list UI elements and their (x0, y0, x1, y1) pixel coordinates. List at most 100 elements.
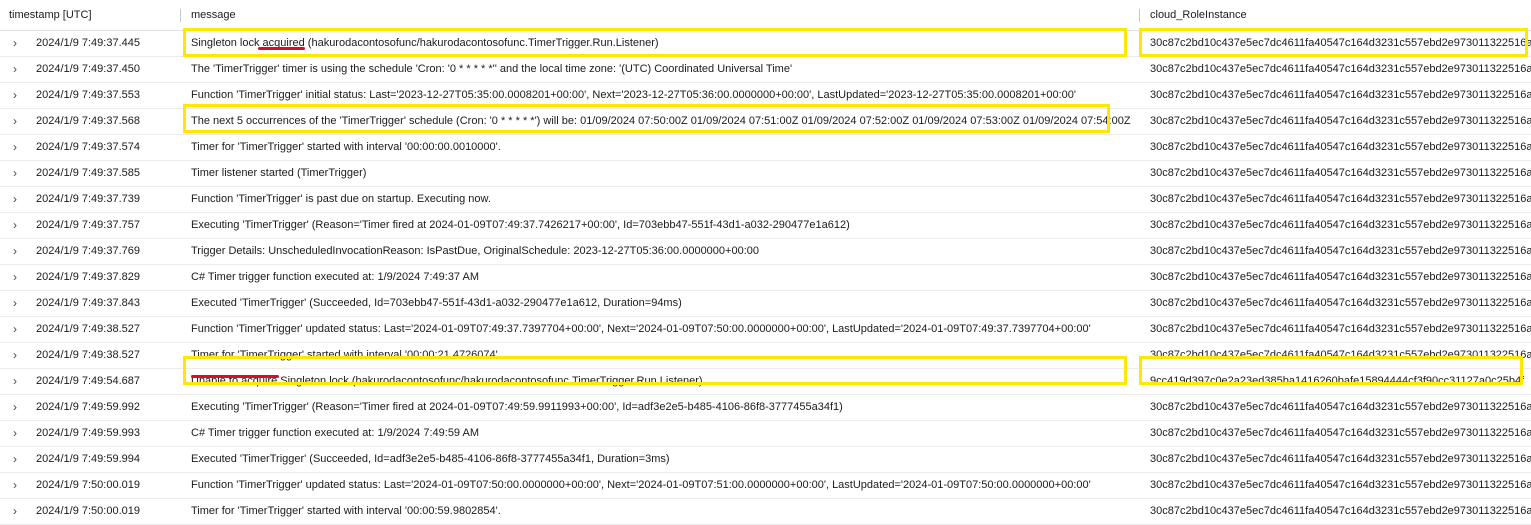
chevron-right-icon[interactable]: › (13, 317, 17, 342)
timestamp-cell: 2024/1/9 7:49:37.450 (36, 63, 140, 75)
results-table-body: › 2024/1/9 7:49:37.445 Singleton lock acqu… (0, 31, 1531, 525)
chevron-right-icon[interactable]: › (13, 31, 17, 56)
timestamp-cell: 2024/1/9 7:49:37.843 (36, 297, 140, 309)
timestamp-cell: 2024/1/9 7:49:37.553 (36, 89, 140, 101)
timestamp-cell: 2024/1/9 7:50:00.019 (36, 505, 140, 517)
message-cell: Function 'TimerTrigger' is past due on s… (191, 193, 491, 205)
message-cell: Trigger Details: UnscheduledInvocationRe… (191, 245, 759, 257)
message-cell: Function 'TimerTrigger' initial status: … (191, 89, 1077, 101)
role-instance-cell: 30c87c2bd10c437e5ec7dc4611fa40547c164d32… (1150, 89, 1531, 101)
table-row[interactable]: › 2024/1/9 7:49:38.527 Timer for 'TimerTri… (0, 343, 1531, 369)
table-row[interactable]: › 2024/1/9 7:49:37.574 Timer for 'TimerTri… (0, 135, 1531, 161)
timestamp-cell: 2024/1/9 7:49:37.757 (36, 219, 140, 231)
chevron-right-icon[interactable]: › (13, 369, 17, 394)
chevron-right-icon[interactable]: › (13, 109, 17, 134)
column-header-message[interactable]: message (191, 0, 236, 30)
role-instance-cell: 30c87c2bd10c437e5ec7dc4611fa40547c164d32… (1150, 401, 1531, 413)
role-instance-cell: 30c87c2bd10c437e5ec7dc4611fa40547c164d32… (1150, 141, 1531, 153)
chevron-right-icon[interactable]: › (13, 473, 17, 498)
message-cell: Function 'TimerTrigger' updated status: … (191, 479, 1091, 491)
table-row[interactable]: › 2024/1/9 7:49:37.445 Singleton lock acqu… (0, 31, 1531, 57)
role-instance-cell: 30c87c2bd10c437e5ec7dc4611fa40547c164d32… (1150, 323, 1531, 335)
message-cell: Executed 'TimerTrigger' (Succeeded, Id=a… (191, 453, 670, 465)
message-cell: C# Timer trigger function executed at: 1… (191, 271, 480, 283)
chevron-right-icon[interactable]: › (13, 291, 17, 316)
message-cell: Unable to acquire Singleton lock (hakuro… (191, 375, 706, 387)
timestamp-cell: 2024/1/9 7:49:54.687 (36, 375, 140, 387)
table-row[interactable]: › 2024/1/9 7:49:37.568 The next 5 occurren… (0, 109, 1531, 135)
timestamp-cell: 2024/1/9 7:49:37.739 (36, 193, 140, 205)
table-row[interactable]: › 2024/1/9 7:49:59.993 C# Timer trigger fu… (0, 421, 1531, 447)
chevron-right-icon[interactable]: › (13, 161, 17, 186)
timestamp-cell: 2024/1/9 7:49:37.769 (36, 245, 140, 257)
role-instance-cell: 30c87c2bd10c437e5ec7dc4611fa40547c164d32… (1150, 427, 1531, 439)
role-instance-cell: 30c87c2bd10c437e5ec7dc4611fa40547c164d32… (1150, 37, 1531, 49)
table-row[interactable]: › 2024/1/9 7:49:59.992 Executing 'TimerTri… (0, 395, 1531, 421)
message-cell: The 'TimerTrigger' timer is using the sc… (191, 63, 793, 75)
table-row[interactable]: › 2024/1/9 7:49:38.527 Function 'TimerTrig… (0, 317, 1531, 343)
role-instance-cell: 30c87c2bd10c437e5ec7dc4611fa40547c164d32… (1150, 219, 1531, 231)
chevron-right-icon[interactable]: › (13, 343, 17, 368)
role-instance-cell: 30c87c2bd10c437e5ec7dc4611fa40547c164d32… (1150, 115, 1531, 127)
timestamp-cell: 2024/1/9 7:49:37.574 (36, 141, 140, 153)
timestamp-cell: 2024/1/9 7:50:00.019 (36, 479, 140, 491)
message-cell: Timer listener started (TimerTrigger) (191, 167, 367, 179)
table-row[interactable]: › 2024/1/9 7:50:00.019 Function 'TimerTrig… (0, 473, 1531, 499)
table-row[interactable]: › 2024/1/9 7:49:59.994 Executed 'TimerTrig… (0, 447, 1531, 473)
role-instance-cell: 30c87c2bd10c437e5ec7dc4611fa40547c164d32… (1150, 245, 1531, 257)
table-row[interactable]: › 2024/1/9 7:49:37.829 C# Timer trigger fu… (0, 265, 1531, 291)
table-row[interactable]: › 2024/1/9 7:50:00.019 Timer for 'TimerTri… (0, 499, 1531, 525)
role-instance-cell: 30c87c2bd10c437e5ec7dc4611fa40547c164d32… (1150, 349, 1531, 361)
timestamp-cell: 2024/1/9 7:49:37.829 (36, 271, 140, 283)
chevron-right-icon[interactable]: › (13, 447, 17, 472)
chevron-right-icon[interactable]: › (13, 395, 17, 420)
role-instance-cell: 30c87c2bd10c437e5ec7dc4611fa40547c164d32… (1150, 505, 1531, 517)
message-cell: Timer for 'TimerTrigger' started with in… (191, 141, 501, 153)
chevron-right-icon[interactable]: › (13, 135, 17, 160)
role-instance-cell: 9cc419d397c0e2a23ed385ba1416260bafe15894… (1150, 375, 1525, 387)
table-header: timestamp [UTC] message cloud_RoleInstan… (0, 0, 1531, 31)
table-row[interactable]: › 2024/1/9 7:49:37.769 Trigger Details: Un… (0, 239, 1531, 265)
chevron-right-icon[interactable]: › (13, 57, 17, 82)
table-row[interactable]: › 2024/1/9 7:49:37.739 Function 'TimerTrig… (0, 187, 1531, 213)
message-cell: Singleton lock acquired (hakurodacontoso… (191, 37, 659, 49)
timestamp-cell: 2024/1/9 7:49:37.445 (36, 37, 140, 49)
chevron-right-icon[interactable]: › (13, 187, 17, 212)
column-resize-handle[interactable] (1139, 9, 1140, 22)
chevron-right-icon[interactable]: › (13, 239, 17, 264)
message-cell: Timer for 'TimerTrigger' started with in… (191, 349, 501, 361)
timestamp-cell: 2024/1/9 7:49:59.994 (36, 453, 140, 465)
message-cell: Executing 'TimerTrigger' (Reason='Timer … (191, 219, 850, 231)
chevron-right-icon[interactable]: › (13, 499, 17, 524)
column-resize-handle[interactable] (180, 9, 181, 22)
table-row[interactable]: › 2024/1/9 7:49:37.585 Timer listener star… (0, 161, 1531, 187)
timestamp-cell: 2024/1/9 7:49:38.527 (36, 349, 140, 361)
table-row[interactable]: › 2024/1/9 7:49:54.687 Unable to acquire S… (0, 369, 1531, 395)
column-header-timestamp[interactable]: timestamp [UTC] (9, 0, 92, 30)
message-cell: Executed 'TimerTrigger' (Succeeded, Id=7… (191, 297, 682, 309)
message-cell: Executing 'TimerTrigger' (Reason='Timer … (191, 401, 843, 413)
chevron-right-icon[interactable]: › (13, 421, 17, 446)
chevron-right-icon[interactable]: › (13, 265, 17, 290)
timestamp-cell: 2024/1/9 7:49:59.993 (36, 427, 140, 439)
message-cell: The next 5 occurrences of the 'TimerTrig… (191, 115, 1131, 127)
role-instance-cell: 30c87c2bd10c437e5ec7dc4611fa40547c164d32… (1150, 193, 1531, 205)
role-instance-cell: 30c87c2bd10c437e5ec7dc4611fa40547c164d32… (1150, 479, 1531, 491)
role-instance-cell: 30c87c2bd10c437e5ec7dc4611fa40547c164d32… (1150, 167, 1531, 179)
column-header-cloud-roleinstance[interactable]: cloud_RoleInstance (1150, 0, 1247, 30)
timestamp-cell: 2024/1/9 7:49:37.585 (36, 167, 140, 179)
table-row[interactable]: › 2024/1/9 7:49:37.553 Function 'TimerTrig… (0, 83, 1531, 109)
table-row[interactable]: › 2024/1/9 7:49:37.757 Executing 'TimerTri… (0, 213, 1531, 239)
chevron-right-icon[interactable]: › (13, 213, 17, 238)
chevron-right-icon[interactable]: › (13, 83, 17, 108)
message-cell: Timer for 'TimerTrigger' started with in… (191, 505, 501, 517)
table-row[interactable]: › 2024/1/9 7:49:37.450 The 'TimerTrigger' … (0, 57, 1531, 83)
timestamp-cell: 2024/1/9 7:49:38.527 (36, 323, 140, 335)
message-cell: C# Timer trigger function executed at: 1… (191, 427, 480, 439)
role-instance-cell: 30c87c2bd10c437e5ec7dc4611fa40547c164d32… (1150, 453, 1531, 465)
table-row[interactable]: › 2024/1/9 7:49:37.843 Executed 'TimerTrig… (0, 291, 1531, 317)
message-cell: Function 'TimerTrigger' updated status: … (191, 323, 1091, 335)
role-instance-cell: 30c87c2bd10c437e5ec7dc4611fa40547c164d32… (1150, 271, 1531, 283)
role-instance-cell: 30c87c2bd10c437e5ec7dc4611fa40547c164d32… (1150, 297, 1531, 309)
timestamp-cell: 2024/1/9 7:49:37.568 (36, 115, 140, 127)
